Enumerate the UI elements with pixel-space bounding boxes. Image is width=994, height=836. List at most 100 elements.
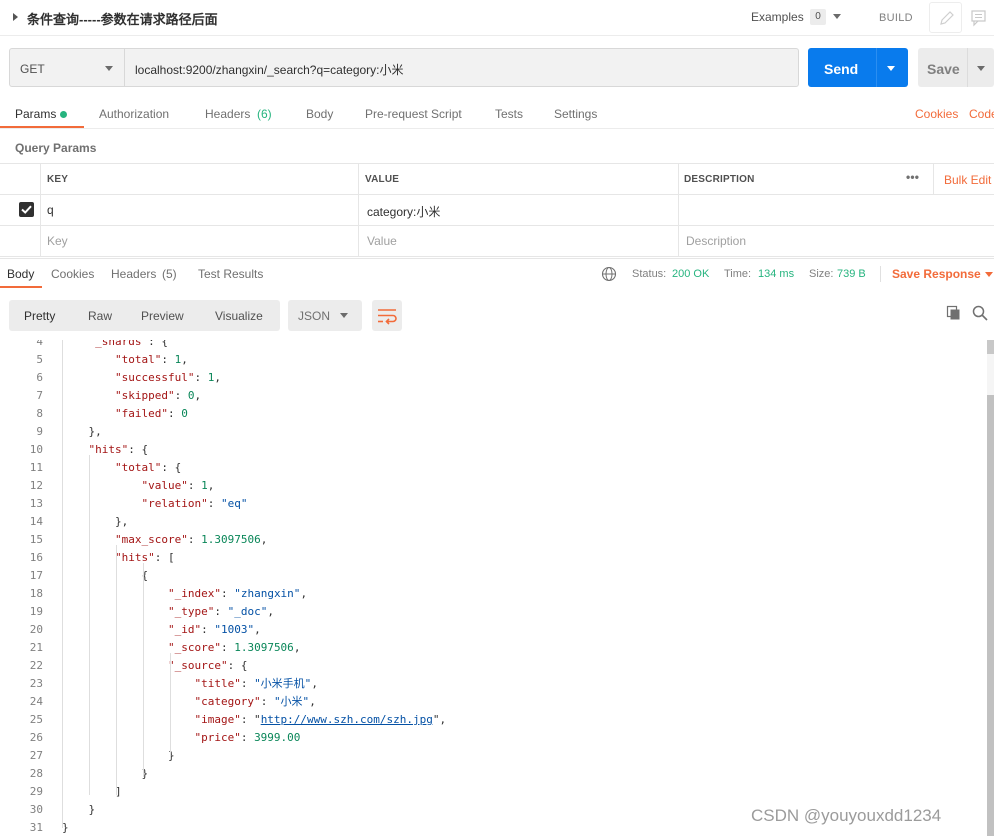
line-number: 5 — [36, 353, 43, 366]
request-name[interactable]: 条件查询-----参数在请求路径后面 — [27, 9, 218, 28]
code-text: "total": { — [114, 461, 182, 474]
comments-button[interactable] — [963, 2, 994, 33]
params-col-divider — [40, 163, 41, 257]
url-input[interactable]: localhost:9200/zhangxin/_search?q=catego… — [135, 61, 404, 78]
code-text: }, — [62, 425, 102, 438]
column-header-value: VALUE — [365, 174, 400, 185]
new-param-value-input[interactable]: Value — [367, 234, 397, 248]
code-text: "price": 3999.00 — [194, 731, 301, 744]
tab-tests[interactable]: Tests — [495, 107, 523, 121]
code-line: 24 "category": "小米", — [0, 693, 986, 711]
code-text: "hits": { — [88, 443, 149, 456]
code-text: "skipped": 0, — [114, 389, 202, 402]
line-number: 24 — [29, 695, 43, 708]
view-pretty-button[interactable]: Pretty — [24, 309, 55, 323]
response-body-editor[interactable]: 4 "_shards": {5 "total": 1, 6 "successful… — [0, 340, 988, 836]
format-chevron-down-icon — [340, 313, 348, 318]
copy-icon[interactable] — [946, 305, 962, 321]
send-options-chevron-icon[interactable] — [887, 66, 895, 71]
params-col-divider — [358, 163, 359, 257]
size-value[interactable]: 739 B — [837, 268, 866, 280]
tab-headers[interactable]: Headers — [205, 107, 250, 121]
build-mode-label[interactable]: BUILD — [879, 12, 913, 24]
code-text: ] — [62, 785, 122, 798]
code-text: { — [62, 569, 149, 582]
line-number: 18 — [29, 587, 43, 600]
params-active-dot — [60, 111, 67, 118]
save-options-chevron-icon[interactable] — [977, 66, 985, 71]
examples-chevron-down-icon[interactable] — [833, 14, 841, 19]
tab-settings[interactable]: Settings — [554, 107, 597, 121]
view-raw-button[interactable]: Raw — [88, 309, 112, 323]
code-text: "title": "小米手机", — [194, 677, 318, 690]
save-response-chevron-icon[interactable] — [985, 272, 993, 277]
comment-icon — [971, 10, 986, 27]
tab-authorization[interactable]: Authorization — [99, 107, 169, 121]
code-line: 26 "price": 3999.00 — [0, 729, 986, 747]
response-tab-cookies[interactable]: Cookies — [51, 267, 94, 281]
line-number: 10 — [29, 443, 43, 456]
code-line: 16 "hits": [ — [0, 549, 986, 567]
time-value[interactable]: 134 ms — [758, 268, 794, 280]
code-line: 21 "_score": 1.3097506, — [0, 639, 986, 657]
code-line: 14 }, — [0, 513, 986, 531]
globe-icon[interactable] — [601, 266, 617, 282]
bulk-edit-link[interactable]: Bulk Edit — [944, 173, 991, 187]
line-number: 25 — [29, 713, 43, 726]
line-number: 20 — [29, 623, 43, 636]
code-line: 29 ] — [0, 783, 986, 801]
method-chevron-down-icon — [105, 66, 113, 71]
cookies-link[interactable]: Cookies — [915, 107, 958, 121]
query-params-heading: Query Params — [15, 141, 97, 155]
view-visualize-button[interactable]: Visualize — [215, 309, 263, 323]
code-text: "_shards": { — [88, 340, 168, 348]
column-header-key: KEY — [47, 174, 69, 185]
code-line: 13 "relation": "eq" — [0, 495, 986, 513]
param-enabled-checkbox[interactable] — [19, 202, 34, 217]
param-value[interactable]: category:小米 — [367, 203, 440, 220]
params-header-divider — [0, 194, 994, 195]
new-param-key-input[interactable]: Key — [47, 234, 68, 248]
code-line: 15 "max_score": 1.3097506, — [0, 531, 986, 549]
search-icon[interactable] — [972, 305, 988, 321]
code-line: 9 }, — [0, 423, 986, 441]
code-line: 23 "title": "小米手机", — [0, 675, 986, 693]
code-line: 25 "image": "http://www.szh.com/szh.jpg"… — [0, 711, 986, 729]
param-key[interactable]: q — [47, 203, 54, 217]
indent-guide — [62, 340, 63, 828]
indent-guide — [116, 545, 117, 795]
line-number: 8 — [36, 407, 43, 420]
collapse-caret-icon[interactable] — [13, 13, 18, 21]
code-line: 6 "successful": 1, — [0, 369, 986, 387]
code-text: "total": 1, — [114, 353, 188, 366]
line-number: 13 — [29, 497, 43, 510]
meta-divider — [880, 266, 881, 282]
wrap-lines-button[interactable] — [372, 300, 402, 331]
tab-body[interactable]: Body — [306, 107, 333, 121]
line-number: 27 — [29, 749, 43, 762]
status-label: Status: — [632, 268, 667, 280]
examples-dropdown[interactable]: Examples — [751, 10, 804, 24]
scrollbar-up-region[interactable] — [987, 340, 994, 354]
format-value: JSON — [298, 309, 331, 323]
tab-params[interactable]: Params — [15, 107, 56, 121]
view-preview-button[interactable]: Preview — [141, 309, 184, 323]
scrollbar-thumb[interactable] — [987, 395, 994, 836]
line-number: 6 — [36, 371, 43, 384]
new-param-description-input[interactable]: Description — [686, 234, 746, 248]
tabs-divider — [0, 128, 994, 129]
edit-button[interactable] — [929, 2, 962, 33]
response-tab-test-results[interactable]: Test Results — [198, 267, 263, 281]
tab-pre-request-script[interactable]: Pre-request Script — [365, 107, 462, 121]
line-number: 29 — [29, 785, 43, 798]
code-line: 7 "skipped": 0, — [0, 387, 986, 405]
code-link[interactable]: Code — [969, 107, 994, 121]
watermark: CSDN @youyouxdd1234 — [751, 806, 942, 825]
response-tab-headers[interactable]: Headers — [111, 267, 156, 281]
status-value[interactable]: 200 OK — [672, 268, 709, 280]
more-options-icon[interactable]: ••• — [906, 170, 919, 184]
save-response-button[interactable]: Save Response — [892, 267, 981, 281]
line-number: 26 — [29, 731, 43, 744]
response-tab-body[interactable]: Body — [7, 267, 34, 281]
code-text: }, — [62, 515, 129, 528]
